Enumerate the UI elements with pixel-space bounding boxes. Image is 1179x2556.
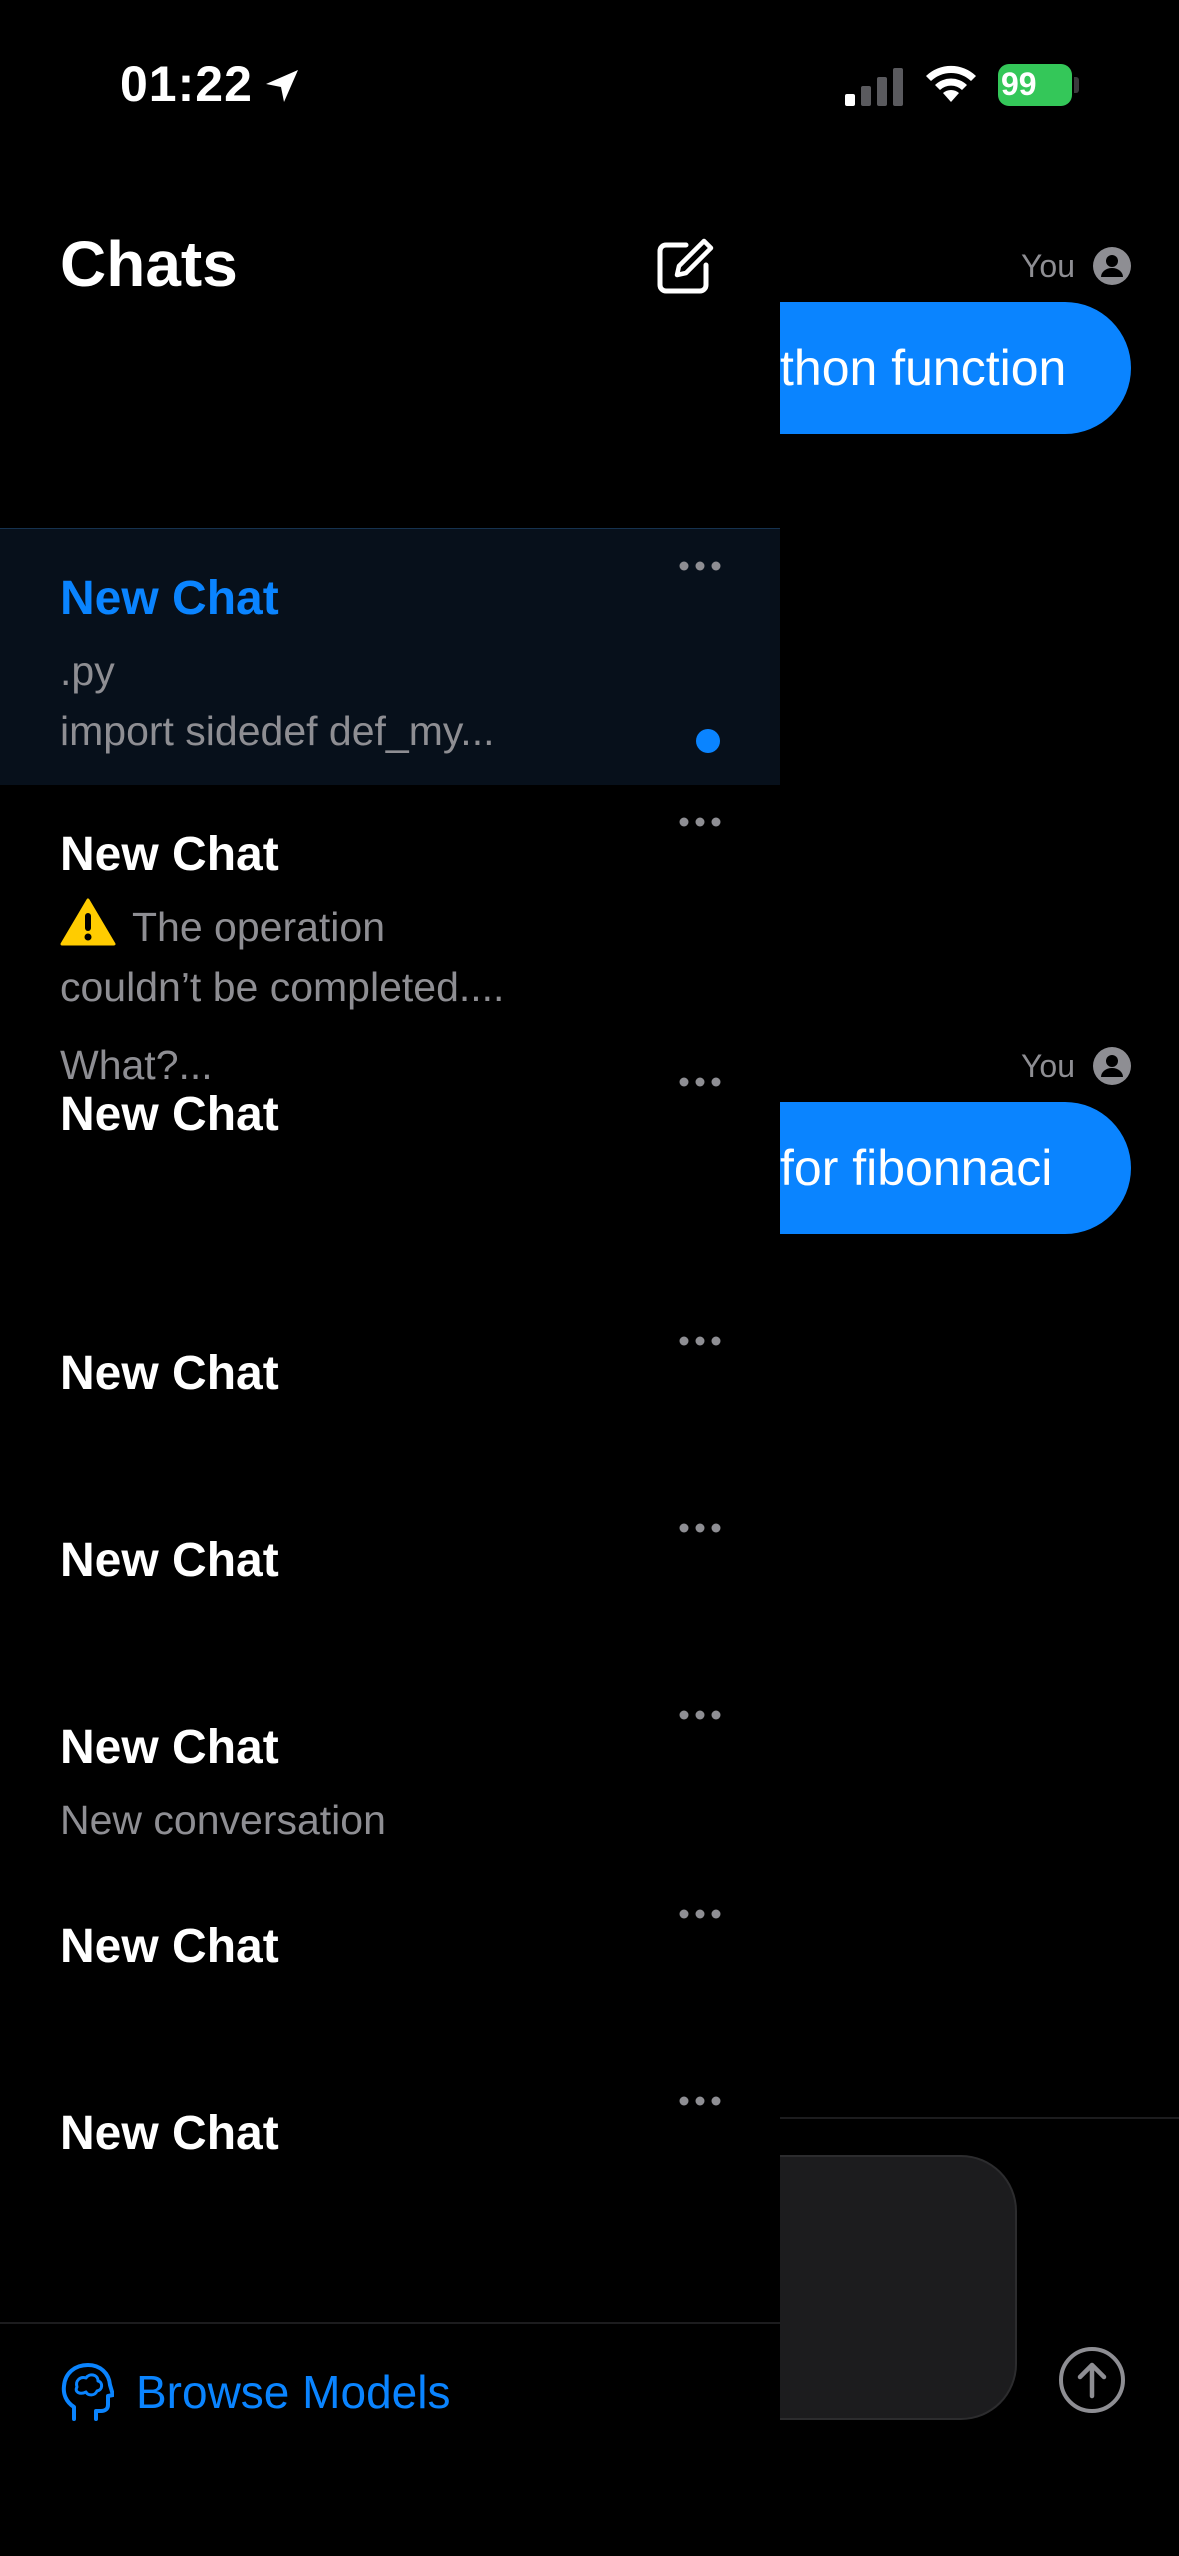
- chat-preview-line: New conversation: [60, 1797, 386, 1843]
- chat-title: New Chat: [60, 2107, 279, 2160]
- chat-title: New Chat: [60, 1347, 279, 1400]
- chat-list-item[interactable]: New Chat New conversation: [0, 1678, 780, 1878]
- chat-title: New Chat: [60, 1088, 279, 1141]
- chat-list-item[interactable]: New Chat: [0, 1877, 780, 2064]
- user-avatar-icon: [1093, 247, 1131, 285]
- sender-name: You: [1021, 1047, 1075, 1084]
- more-options-icon[interactable]: [675, 1521, 725, 1535]
- more-options-icon[interactable]: [675, 1708, 725, 1722]
- battery-level: 99: [998, 64, 1072, 106]
- chat-title: New Chat: [60, 828, 279, 881]
- chat-preview-line: .py: [60, 648, 115, 694]
- more-options-icon[interactable]: [675, 559, 725, 573]
- browse-models-button[interactable]: Browse Models: [60, 2361, 450, 2423]
- chat-title: New Chat: [60, 1534, 279, 1587]
- more-options-icon[interactable]: [675, 2094, 725, 2108]
- unread-indicator: [696, 729, 720, 753]
- message-input[interactable]: [780, 2155, 1017, 2420]
- new-chat-compose-icon[interactable]: [652, 235, 716, 299]
- cellular-signal-icon: [845, 68, 903, 106]
- chat-list-item[interactable]: New Chat: [0, 1491, 780, 1678]
- chat-list-item[interactable]: New Chat The operation couldn’t be compl…: [0, 785, 780, 1045]
- chat-title: New Chat: [60, 1721, 279, 1774]
- more-options-icon[interactable]: [675, 1907, 725, 1921]
- wifi-icon: [926, 65, 976, 102]
- message-text: for fibonnaci: [780, 1140, 1053, 1196]
- sender-row: You: [1021, 1047, 1131, 1085]
- sidebar-footer-divider: [0, 2322, 780, 2324]
- more-options-icon[interactable]: [675, 1334, 725, 1348]
- send-arrow-icon[interactable]: [1058, 2346, 1126, 2414]
- chat-preview-line: import sidedef def_my...: [60, 708, 495, 754]
- message-bubble[interactable]: thon function: [780, 302, 1131, 434]
- chat-title: New Chat: [60, 572, 279, 625]
- composer-divider: [780, 2117, 1179, 2119]
- browse-models-label: Browse Models: [136, 2366, 451, 2418]
- user-avatar-icon: [1093, 1047, 1131, 1085]
- chat-list-item[interactable]: New Chat: [0, 1304, 780, 1491]
- warning-icon: [60, 898, 116, 946]
- location-arrow-icon: [266, 70, 298, 102]
- chat-preview-text: The operation: [132, 904, 386, 950]
- chat-preview-line: The operation: [60, 897, 385, 957]
- chat-list-item[interactable]: New Chat: [0, 2064, 780, 2251]
- more-options-icon[interactable]: [675, 1075, 725, 1089]
- battery-indicator: 99: [998, 64, 1080, 106]
- chats-sidebar: Chats New Chat .py import sidedef def_my…: [0, 175, 780, 2556]
- status-bar: 01:22 99: [0, 0, 1179, 175]
- chat-preview-line: What?...: [60, 1042, 213, 1088]
- sender-row: You: [1021, 247, 1131, 285]
- message-bubble[interactable]: for fibonnaci: [780, 1102, 1131, 1234]
- more-options-icon[interactable]: [675, 815, 725, 829]
- chat-area: You thon function You for fibonnaci: [780, 175, 1179, 2556]
- message-text: thon function: [780, 340, 1067, 396]
- battery-cap: [1074, 77, 1079, 93]
- brain-head-icon: [61, 2363, 114, 2421]
- sidebar-title: Chats: [60, 228, 238, 300]
- status-time: 01:22: [120, 56, 253, 112]
- chat-list-item[interactable]: New Chat .py import sidedef def_my...: [0, 528, 780, 785]
- chat-preview-line: couldn’t be completed....: [60, 964, 505, 1010]
- sender-name: You: [1021, 247, 1075, 284]
- chat-title: New Chat: [60, 1920, 279, 1973]
- battery-percent: 99: [1001, 66, 1037, 102]
